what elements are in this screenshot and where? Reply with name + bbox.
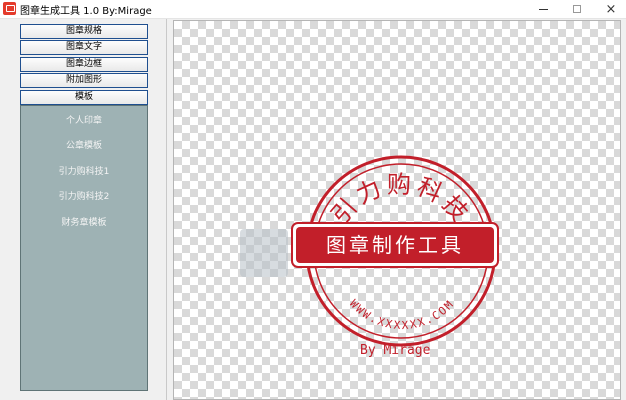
menu-template-button[interactable]: 模板	[20, 90, 148, 105]
stamp-arc-text: 引力购科技	[326, 170, 476, 229]
left-panel: 图章规格 图章文字 图章边框 附加图形 模板 个人印章 公章模板 引力购科技1 …	[0, 19, 167, 400]
template-item-finance-seal[interactable]: 财务章模板	[21, 215, 147, 228]
menu-stamp-text-button[interactable]: 图章文字	[20, 40, 148, 55]
app-stamp-icon	[3, 2, 16, 15]
stamp-bottom-text: WWW.XXXXXX.COM	[347, 297, 457, 332]
stamp-banner-text: 图章制作工具	[326, 233, 464, 257]
maximize-button[interactable]	[562, 0, 592, 18]
title-bar: 图章生成工具 1.0 By:Mirage ×	[0, 0, 626, 19]
stamp-preview-canvas[interactable]: 引力购科技 WWW.XXXXXX.COM 图章制作工具 By Mirage	[173, 20, 621, 400]
template-item-official-seal[interactable]: 公章模板	[21, 138, 147, 151]
window-title: 图章生成工具 1.0 By:Mirage	[20, 6, 152, 17]
template-list-panel: 个人印章 公章模板 引力购科技1 引力购科技2 财务章模板	[20, 105, 148, 391]
preview-frame: 引力购科技 WWW.XXXXXX.COM 图章制作工具 By Mirage	[171, 19, 625, 400]
template-item-tech-1[interactable]: 引力购科技1	[21, 164, 147, 177]
close-icon: ×	[605, 1, 617, 17]
minimize-icon	[538, 8, 548, 10]
menu-stamp-border-button[interactable]: 图章边框	[20, 57, 148, 72]
stamp-byline: By Mirage	[360, 343, 431, 358]
template-item-tech-2[interactable]: 引力购科技2	[21, 189, 147, 202]
template-item-personal-seal[interactable]: 个人印章	[21, 113, 147, 126]
minimize-button[interactable]	[528, 0, 558, 18]
menu-stamp-spec-button[interactable]: 图章规格	[20, 24, 148, 39]
maximize-icon	[573, 5, 581, 13]
menu-extra-shape-button[interactable]: 附加图形	[20, 73, 148, 88]
close-button[interactable]: ×	[596, 0, 626, 18]
